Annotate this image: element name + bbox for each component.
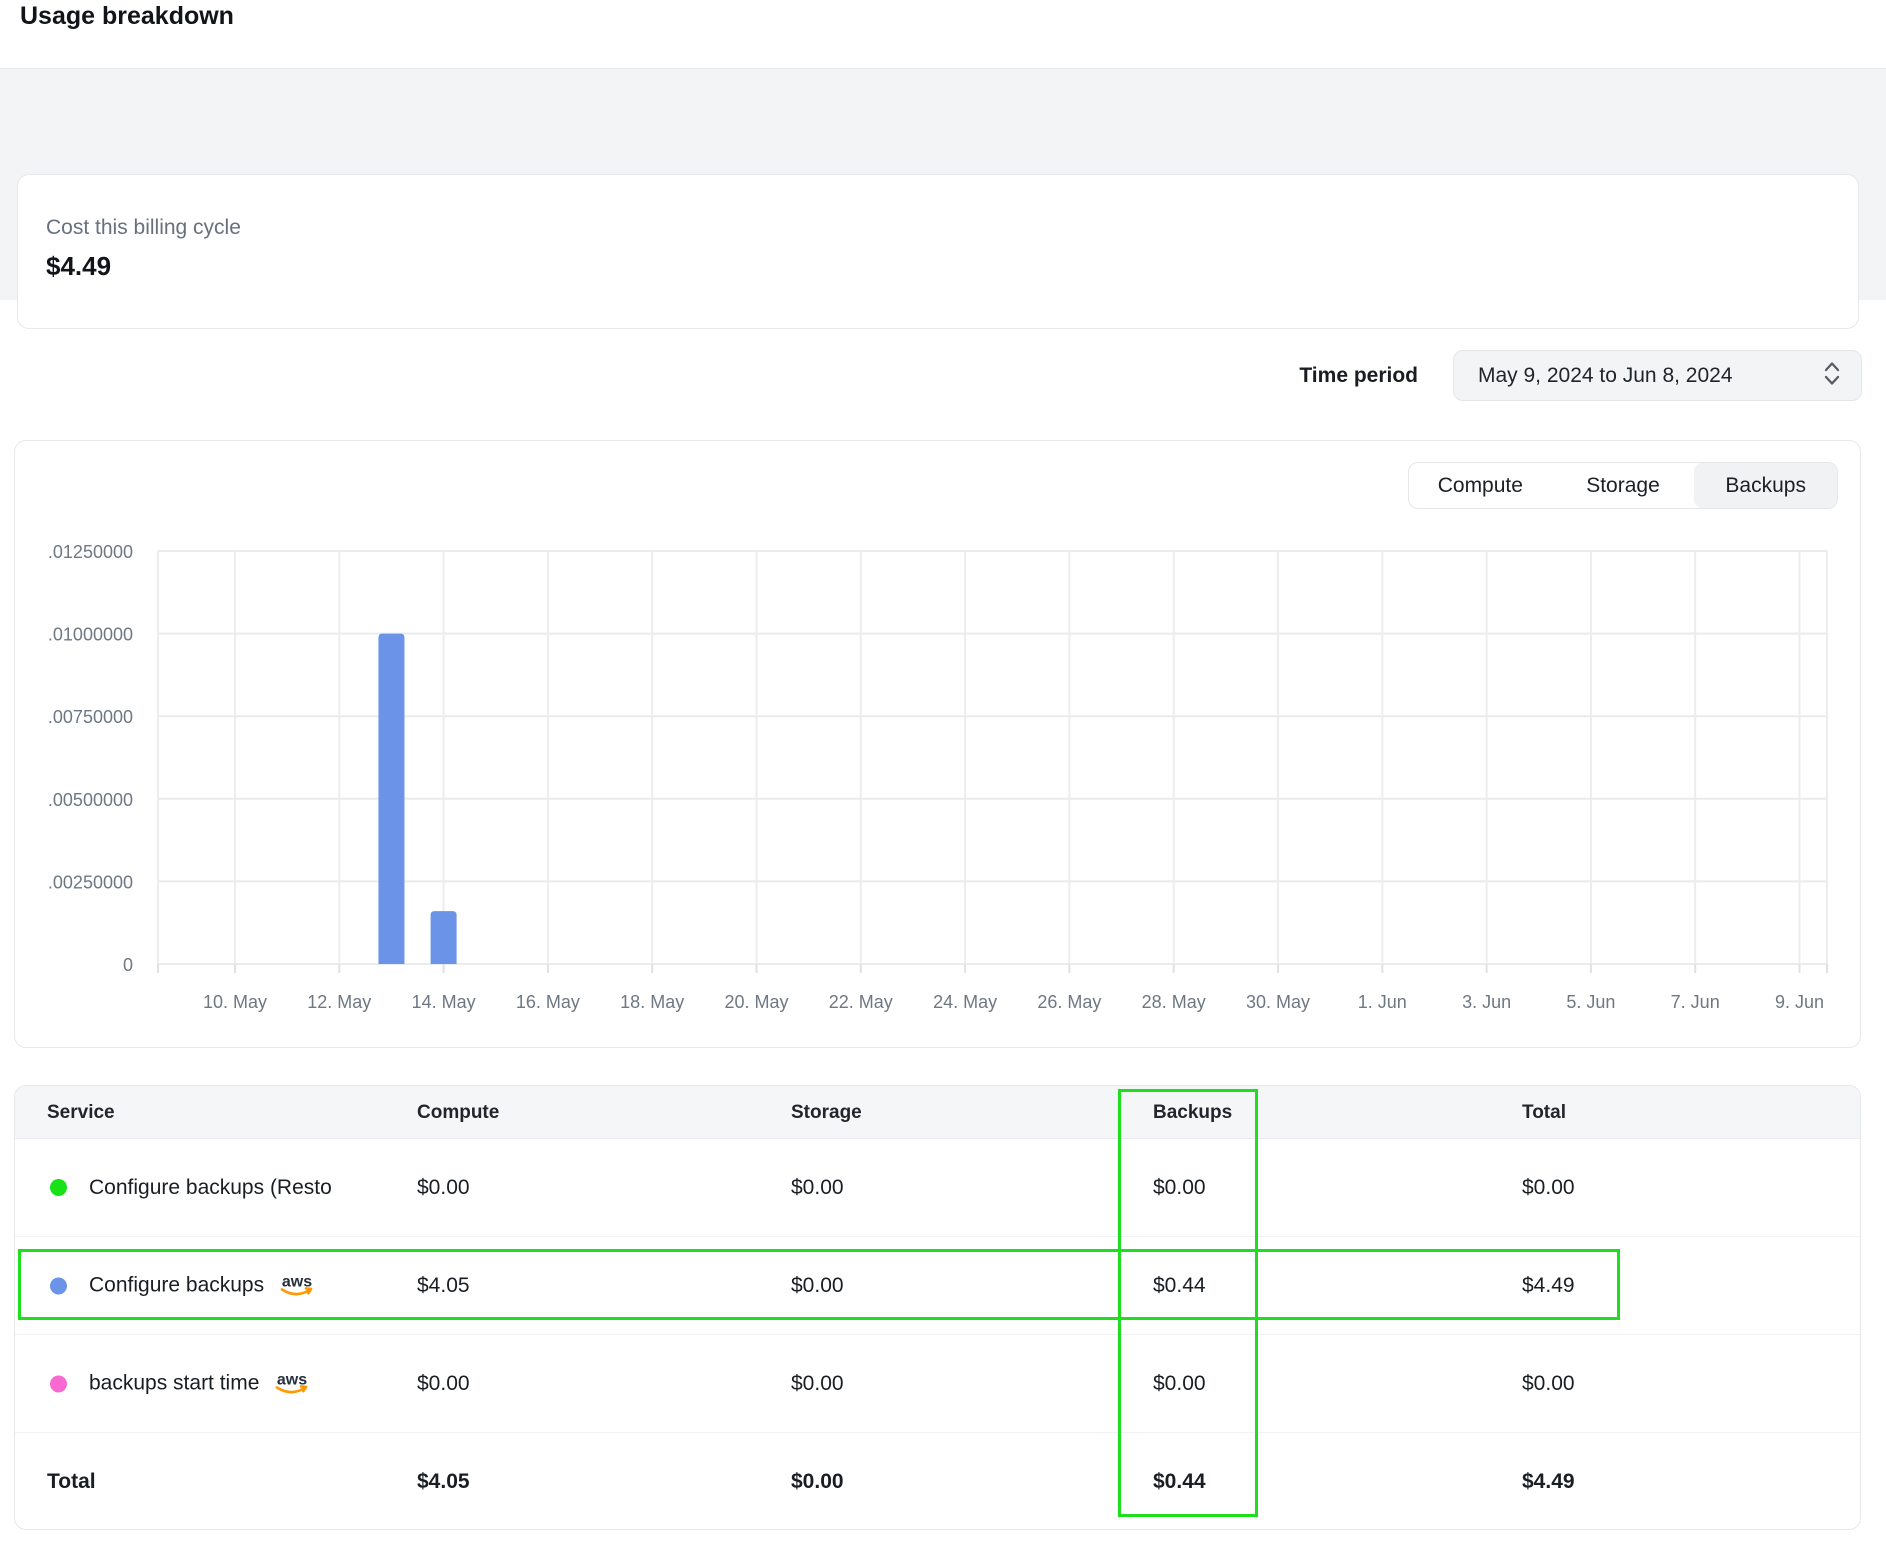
cell-compute: $4.05 [417, 1274, 470, 1298]
service-dot [50, 1179, 67, 1196]
cell-backups: $0.44 [1153, 1274, 1206, 1298]
cell-total: $4.49 [1522, 1274, 1575, 1298]
y-tick-label: .00750000 [48, 707, 133, 727]
cost-card-value: $4.49 [46, 251, 111, 282]
aws-icon: aws [278, 1272, 318, 1305]
time-period-select[interactable]: May 9, 2024 to Jun 8, 2024 [1453, 350, 1862, 401]
service-cell: backups start time aws [50, 1367, 313, 1400]
service-dot [50, 1375, 67, 1392]
cell-storage: $0.00 [791, 1274, 844, 1298]
total-cell-total: $4.49 [1522, 1470, 1575, 1494]
service-cell: Configure backups (Resto [50, 1176, 332, 1200]
cell-total: $0.00 [1522, 1372, 1575, 1396]
usage-chart: .01250000 .01000000 .00750000 .00500000 .002… [15, 441, 1862, 1049]
page-title: Usage breakdown [20, 2, 234, 31]
x-tick-label: 10. May [203, 992, 267, 1012]
x-tick-label: 24. May [933, 992, 997, 1012]
chart-card: ComputeStorageBackups .01250000.01000000… [14, 440, 1861, 1048]
x-tick-label: 30. May [1246, 992, 1310, 1012]
total-cell-storage: $0.00 [791, 1470, 844, 1494]
chevron-updown-icon [1821, 360, 1843, 392]
y-tick-label: .00250000 [48, 872, 133, 892]
column-header-backups: Backups [1153, 1086, 1232, 1139]
service-label: backups start time [89, 1372, 259, 1396]
table-row: Configure backups (Resto $0.00 $0.00 $0.00 $… [15, 1139, 1860, 1237]
x-tick-label: 1. Jun [1358, 992, 1407, 1012]
y-tick-label: .01250000 [48, 542, 133, 562]
x-tick-label: 9. Jun [1775, 992, 1824, 1012]
x-tick-label: 18. May [620, 992, 684, 1012]
cell-backups: $0.00 [1153, 1176, 1206, 1200]
usage-bar[interactable] [431, 911, 457, 964]
cell-backups: $0.00 [1153, 1372, 1206, 1396]
table-row: Total $4.05 $0.00 $0.44 $4.49 [15, 1433, 1860, 1530]
cell-compute: $0.00 [417, 1372, 470, 1396]
cell-storage: $0.00 [791, 1176, 844, 1200]
column-header-service: Service [47, 1086, 115, 1139]
cost-card: Cost this billing cycle $4.49 [17, 174, 1859, 329]
column-header-storage: Storage [791, 1086, 862, 1139]
service-label: Configure backups (Resto [89, 1176, 332, 1200]
cell-total: $0.00 [1522, 1176, 1575, 1200]
y-tick-label: .01000000 [48, 625, 133, 645]
x-tick-label: 3. Jun [1462, 992, 1511, 1012]
total-cell-compute: $4.05 [417, 1470, 470, 1494]
x-tick-label: 12. May [307, 992, 371, 1012]
x-tick-label: 26. May [1037, 992, 1101, 1012]
cell-compute: $0.00 [417, 1176, 470, 1200]
y-tick-label: 0 [123, 955, 133, 975]
x-tick-label: 14. May [412, 992, 476, 1012]
x-tick-label: 20. May [724, 992, 788, 1012]
total-row-label: Total [47, 1470, 96, 1494]
service-cell: Configure backups aws [50, 1269, 318, 1302]
table-row: Configure backups aws $4.05 $0.00 $0.44 $4.49 [15, 1237, 1860, 1335]
table-row: backups start time aws $0.00 $0.00 $0.00 $0.0… [15, 1335, 1860, 1433]
service-label: Configure backups [89, 1274, 264, 1298]
total-cell-backups: $0.44 [1153, 1470, 1206, 1494]
column-header-total: Total [1522, 1086, 1566, 1139]
y-tick-label: .00500000 [48, 790, 133, 810]
usage-bar[interactable] [378, 634, 404, 964]
column-header-compute: Compute [417, 1086, 499, 1139]
table-header-row: Service Compute Storage Backups Total [15, 1086, 1860, 1139]
cell-storage: $0.00 [791, 1372, 844, 1396]
usage-table: Service Compute Storage Backups Total Config… [14, 1085, 1861, 1530]
x-tick-label: 16. May [516, 992, 580, 1012]
aws-icon: aws [273, 1370, 313, 1403]
service-dot [50, 1277, 67, 1294]
x-tick-label: 28. May [1142, 992, 1206, 1012]
x-tick-label: 22. May [829, 992, 893, 1012]
x-tick-label: 7. Jun [1671, 992, 1720, 1012]
time-period-value: May 9, 2024 to Jun 8, 2024 [1478, 364, 1821, 388]
x-tick-label: 5. Jun [1566, 992, 1615, 1012]
time-period-label: Time period [1160, 364, 1418, 388]
cost-card-label: Cost this billing cycle [46, 216, 241, 240]
summary-band: Cost this billing cycle $4.49 [0, 68, 1886, 300]
